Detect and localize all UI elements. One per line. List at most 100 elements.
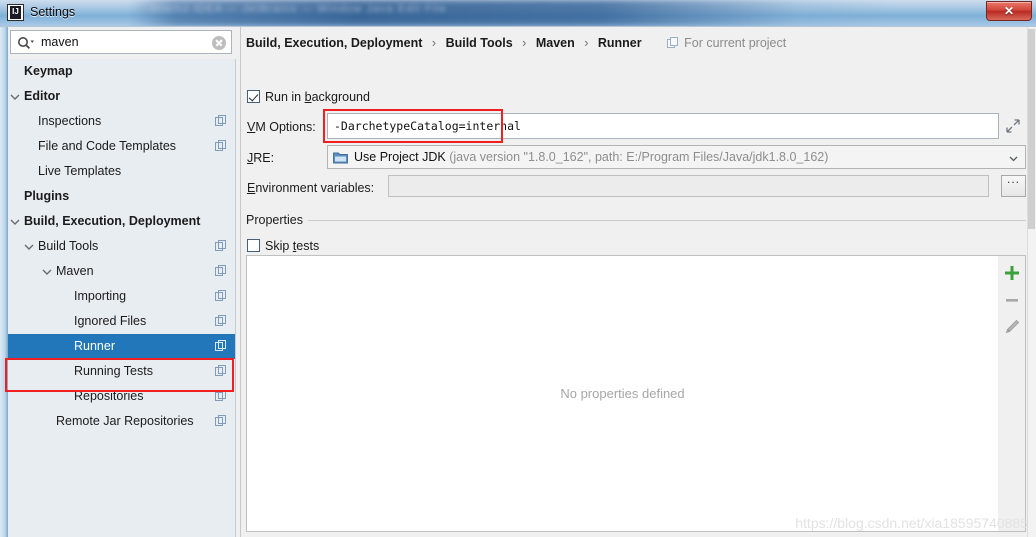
clear-search-icon[interactable] — [212, 36, 226, 50]
vm-options-input[interactable]: -DarchetypeCatalog=internal — [327, 113, 999, 139]
close-icon: ✕ — [1003, 4, 1015, 18]
window-title: Settings — [30, 5, 76, 19]
remove-property-button[interactable] — [1001, 289, 1023, 311]
expand-arrows-icon — [1006, 119, 1020, 133]
run-in-background-checkbox[interactable] — [247, 90, 260, 103]
sidebar-item-label: Editor — [24, 89, 61, 103]
project-scope-icon — [215, 340, 227, 352]
environment-variables-input[interactable] — [388, 175, 989, 197]
add-property-button[interactable] — [1001, 262, 1023, 284]
watermark-text: https://blog.csdn.net/xia18595740885 — [795, 515, 1028, 531]
jre-dropdown[interactable]: Use Project JDK (java version "1.8.0_162… — [327, 145, 1026, 169]
settings-tree[interactable]: Keymap Editor Inspections File and Code Tem… — [8, 59, 236, 537]
vm-options-label: VM Options: — [247, 120, 316, 134]
sidebar-item-label: File and Code Templates — [38, 139, 177, 153]
sidebar-item-maven[interactable]: Maven — [8, 259, 235, 284]
panel-scrollbar[interactable] — [1027, 27, 1036, 537]
vm-options-value: -DarchetypeCatalog=internal — [334, 119, 521, 133]
sidebar-item-label: Remote Jar Repositories — [56, 414, 194, 428]
run-in-background-label-after: ackground — [311, 90, 370, 104]
close-window-button[interactable]: ✕ — [986, 1, 1032, 21]
environment-variables-browse-button[interactable]: ... — [1001, 172, 1026, 197]
skip-tests-label-before: Skip — [265, 239, 293, 253]
properties-table[interactable]: No properties defined — [246, 255, 998, 532]
sidebar-item-label: Keymap — [24, 64, 73, 78]
project-scope-label: For current project — [667, 36, 786, 50]
group-divider-line — [308, 220, 1026, 221]
run-in-background-checkbox-row[interactable]: Run in background — [247, 90, 370, 104]
jre-label-text: RE: — [253, 151, 275, 165]
project-scope-icon — [215, 140, 227, 152]
sidebar-item-label: Plugins — [24, 189, 70, 203]
properties-toolbar — [998, 255, 1026, 532]
properties-group-title: Properties — [246, 213, 309, 227]
pencil-icon — [1005, 319, 1020, 334]
settings-dialog: IntelliJ IDEA — JetBrains — Window Java … — [0, 0, 1036, 537]
sidebar-item-label: Importing — [74, 289, 127, 303]
sidebar-item-label: Repositories — [74, 389, 144, 403]
sidebar-item-label: Runner — [74, 339, 115, 353]
breadcrumb: Build, Execution, Deployment › Build Too… — [246, 36, 786, 50]
settings-sidebar: maven Keymap Editor Inspections File and Co… — [0, 27, 240, 537]
sidebar-item-label: Live Templates — [38, 164, 122, 178]
breadcrumb-item-1[interactable]: Build Tools — [446, 36, 513, 50]
breadcrumb-item-0[interactable]: Build, Execution, Deployment — [246, 36, 422, 50]
plus-icon — [1005, 266, 1019, 280]
sidebar-item-runner[interactable]: Runner — [8, 334, 235, 359]
vm-options-label-text: M Options: — [255, 120, 316, 134]
project-scope-icon — [215, 240, 227, 252]
sidebar-item-repositories[interactable]: Repositories — [8, 384, 235, 409]
project-scope-icon — [215, 265, 227, 277]
sidebar-item-label: Build, Execution, Deployment — [24, 214, 201, 228]
dialog-body: maven Keymap Editor Inspections File and Co… — [0, 26, 1036, 537]
chevron-down-icon — [1009, 156, 1018, 162]
settings-detail-panel: Build, Execution, Deployment › Build Too… — [240, 27, 1036, 537]
sidebar-item-keymap[interactable]: Keymap — [8, 59, 235, 84]
settings-search-field[interactable]: maven — [10, 30, 232, 54]
project-scope-icon — [215, 315, 227, 327]
sidebar-item-label: Inspections — [38, 114, 102, 128]
sidebar-item-ignored-files[interactable]: Ignored Files — [8, 309, 235, 334]
ellipsis-icon: ... — [1006, 172, 1020, 186]
breadcrumb-item-3[interactable]: Runner — [598, 36, 642, 50]
sidebar-item-label: Running Tests — [74, 364, 153, 378]
sidebar-item-file-and-code-templates[interactable]: File and Code Templates — [8, 134, 235, 159]
sidebar-item-inspections[interactable]: Inspections — [8, 109, 235, 134]
scrollbar-thumb[interactable] — [1028, 29, 1035, 229]
skip-tests-checkbox-row[interactable]: Skip tests — [247, 239, 319, 253]
run-in-background-mnemonic: b — [304, 90, 312, 104]
chevron-down-icon[interactable] — [22, 234, 36, 259]
sidebar-item-importing[interactable]: Importing — [8, 284, 235, 309]
chevron-down-icon[interactable] — [8, 84, 22, 109]
sidebar-item-label: Maven — [56, 264, 94, 278]
properties-empty-message: No properties defined — [560, 386, 685, 401]
breadcrumb-separator-0: › — [431, 36, 437, 50]
properties-group-separator: Properties — [246, 213, 1026, 227]
environment-variables-label-text: nvironment variables: — [255, 181, 375, 195]
project-scope-icon — [215, 415, 227, 427]
chevron-down-icon[interactable] — [8, 209, 22, 234]
sidebar-item-live-templates[interactable]: Live Templates — [8, 159, 235, 184]
sidebar-item-remote-jar-repositories[interactable]: Remote Jar Repositories — [8, 409, 235, 434]
sidebar-item-build-execution-deployment[interactable]: Build, Execution, Deployment — [8, 209, 235, 234]
vm-options-expand-button[interactable] — [1000, 113, 1026, 139]
skip-tests-label-after: ests — [296, 239, 320, 253]
project-scope-text: For current project — [684, 36, 787, 50]
folder-icon — [333, 152, 348, 164]
sidebar-item-label: Build Tools — [38, 239, 99, 253]
sidebar-item-build-tools[interactable]: Build Tools — [8, 234, 235, 259]
project-scope-icon — [667, 37, 679, 48]
project-scope-icon — [215, 365, 227, 377]
minus-icon — [1006, 299, 1018, 302]
intellij-idea-logo-icon — [7, 4, 24, 21]
sidebar-item-editor[interactable]: Editor — [8, 84, 235, 109]
jre-selected-main: Use Project JDK — [354, 150, 446, 164]
edit-property-button[interactable] — [1001, 316, 1023, 338]
environment-variables-label: Environment variables: — [247, 181, 374, 195]
breadcrumb-item-2[interactable]: Maven — [536, 36, 575, 50]
skip-tests-checkbox[interactable] — [247, 239, 260, 252]
chevron-down-icon[interactable] — [40, 259, 54, 284]
sidebar-item-running-tests[interactable]: Running Tests — [8, 359, 235, 384]
search-input[interactable]: maven — [41, 35, 79, 49]
sidebar-item-plugins[interactable]: Plugins — [8, 184, 235, 209]
